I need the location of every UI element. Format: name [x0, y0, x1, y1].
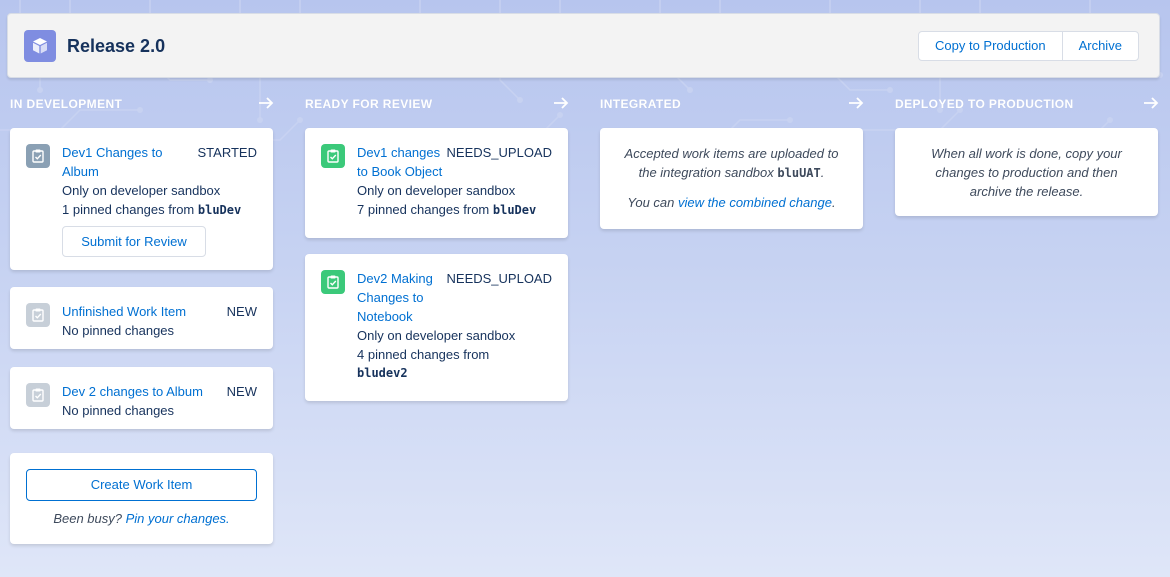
hint-text: You can — [627, 195, 679, 210]
create-work-item-button[interactable]: Create Work Item — [26, 469, 257, 501]
description-text: the integration sandbox — [638, 165, 778, 180]
column-header-deployed: DEPLOYED TO PRODUCTION — [895, 96, 1160, 114]
pinned-changes-info: No pinned changes — [62, 323, 175, 338]
cube-icon — [24, 30, 56, 62]
pin-changes-hint: Been busy? Pin your changes. — [10, 509, 273, 528]
status-badge: STARTED — [197, 145, 257, 160]
arrow-right-icon — [259, 97, 274, 109]
sandbox-name: bluDev — [492, 203, 537, 217]
description-line: Accepted work items are uploaded to — [624, 146, 839, 161]
description-text: . — [820, 165, 825, 180]
status-badge: NEW — [226, 384, 257, 399]
pinned-changes-info: No pinned changes — [62, 403, 175, 418]
status-badge: NEEDS_UPLOAD — [446, 145, 552, 160]
sandbox-info: Only on developer sandbox — [62, 183, 221, 198]
create-work-item-card: Create Work Item Been busy? Pin your cha… — [10, 453, 273, 544]
task-clipboard-icon — [26, 303, 50, 327]
status-badge: NEW — [226, 304, 257, 319]
page-title: Release 2.0 — [67, 36, 166, 56]
busy-text: Been busy? — [53, 511, 122, 526]
pinned-changes-info: 1 pinned changes from bluDev — [62, 200, 241, 220]
view-combined-change-link[interactable]: view the combined change — [678, 195, 832, 210]
task-clipboard-icon — [26, 383, 50, 407]
deployed-description: When all work is done, copy your changes… — [895, 144, 1158, 201]
work-item-card: Dev1 changes to Book Object NEEDS_UPLOAD … — [305, 128, 568, 238]
column-label: READY FOR REVIEW — [305, 97, 433, 111]
sandbox-name: bluUAT — [777, 166, 821, 180]
title-line: Dev2 Making — [357, 271, 433, 286]
description-line: changes to production and then — [935, 165, 1118, 180]
title-line: to Book Object — [357, 164, 443, 179]
work-item-title-link[interactable]: Dev 2 changes to Album — [62, 382, 203, 401]
arrow-right-icon — [849, 97, 864, 109]
pinned-changes-info: 4 pinned changes from — [357, 347, 490, 362]
column-header-in-development: IN DEVELOPMENT — [10, 96, 275, 114]
column-header-integrated: INTEGRATED — [600, 96, 865, 114]
pinned-changes-info: 7 pinned changes from bluDev — [357, 200, 536, 220]
column-header-ready-for-review: READY FOR REVIEW — [305, 96, 570, 114]
column-label: INTEGRATED — [600, 97, 682, 111]
hint-text: . — [831, 195, 836, 210]
description-line: archive the release. — [969, 184, 1084, 199]
work-item-card: Dev1 Changes to Album STARTED Only on de… — [10, 128, 273, 270]
sandbox-name: bludev2 — [357, 366, 408, 380]
copy-to-production-button[interactable]: Copy to Production — [919, 32, 1062, 60]
combined-change-hint: You can view the combined change. — [600, 193, 863, 212]
integrated-info-card: Accepted work items are uploaded to the … — [600, 128, 863, 229]
work-item-title-link[interactable]: Dev1 changes to Book Object — [357, 143, 442, 181]
work-item-title-link[interactable]: Dev2 Making Changes to Notebook — [357, 269, 433, 326]
header-button-group: Copy to Production Archive — [918, 31, 1139, 61]
sandbox-info: Only on developer sandbox — [357, 328, 516, 343]
column-label: DEPLOYED TO PRODUCTION — [895, 97, 1074, 111]
task-clipboard-icon — [321, 144, 345, 168]
arrow-right-icon — [554, 97, 569, 109]
archive-button[interactable]: Archive — [1061, 32, 1138, 60]
status-badge: NEEDS_UPLOAD — [446, 271, 552, 286]
work-item-title-link[interactable]: Dev1 Changes to Album — [62, 143, 192, 181]
title-line: Notebook — [357, 309, 413, 324]
sandbox-info: Only on developer sandbox — [357, 183, 516, 198]
task-clipboard-icon — [321, 270, 345, 294]
column-label: IN DEVELOPMENT — [10, 97, 123, 111]
work-item-card: Unfinished Work Item NEW No pinned chang… — [10, 287, 273, 349]
description-line: the integration sandbox bluUAT. — [600, 163, 863, 183]
release-header: Release 2.0 Copy to Production Archive — [7, 13, 1160, 78]
title-line: Changes to — [357, 290, 424, 305]
pinned-changes-text: 1 pinned changes from — [62, 202, 198, 217]
work-item-card: Dev2 Making Changes to Notebook NEEDS_UPLO… — [305, 254, 568, 401]
work-item-card: Dev 2 changes to Album NEW No pinned cha… — [10, 367, 273, 429]
pinned-changes-text: 7 pinned changes from — [357, 202, 493, 217]
integrated-description: Accepted work items are uploaded to the … — [600, 144, 863, 183]
pin-changes-link[interactable]: Pin your changes. — [126, 511, 230, 526]
description-line: When all work is done, copy your — [931, 146, 1122, 161]
task-clipboard-icon — [26, 144, 50, 168]
title-line: Dev1 changes — [357, 145, 441, 160]
arrow-right-icon — [1144, 97, 1159, 109]
work-item-title-link[interactable]: Unfinished Work Item — [62, 302, 186, 321]
deployed-info-card: When all work is done, copy your changes… — [895, 128, 1158, 216]
submit-for-review-button[interactable]: Submit for Review — [62, 226, 206, 257]
sandbox-name: bluDev — [197, 203, 242, 217]
